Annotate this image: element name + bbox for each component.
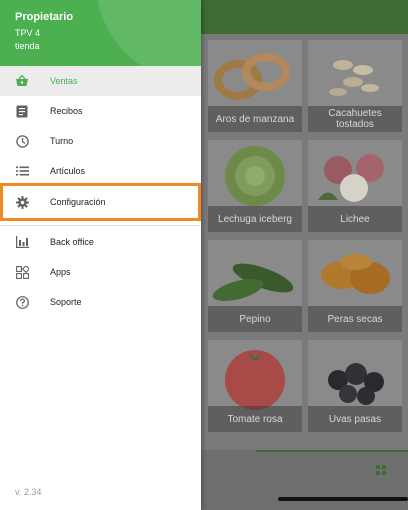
menu-item-label: Apps [50, 267, 71, 277]
lychee-image [318, 154, 384, 202]
product-name: Uvas pasas [308, 406, 402, 432]
basket-icon [15, 74, 29, 88]
product-tile[interactable]: Aros de manzana [208, 40, 302, 132]
product-name: Cacahuetes tostados [308, 106, 402, 132]
apps-icon [15, 265, 29, 279]
bar-chart-icon [15, 235, 29, 249]
menu-item-back-office[interactable]: Back office [0, 227, 201, 257]
clock-icon [15, 134, 29, 148]
product-tile[interactable]: Tomate rosa [208, 340, 302, 432]
owner-name: Propietario [15, 11, 74, 23]
app-header [200, 0, 408, 34]
product-name: Lechuga iceberg [208, 206, 302, 232]
gear-icon [15, 195, 29, 209]
header-decoration [96, 0, 201, 66]
app-version: v. 2.34 [15, 487, 42, 497]
product-name: Pepino [208, 306, 302, 332]
menu-item-label: Turno [50, 136, 74, 146]
menu-item-ventas[interactable]: Ventas [0, 66, 201, 96]
menu-item-recibos[interactable]: Recibos [0, 96, 201, 126]
tab-indicator [256, 450, 408, 452]
tomato-image [225, 350, 285, 410]
home-indicator [278, 497, 408, 501]
pos-name: TPV 4 [15, 28, 41, 38]
bottom-bar [200, 450, 408, 510]
menu-item-label: Soporte [50, 297, 82, 307]
product-name: Lichee [308, 206, 402, 232]
product-tile[interactable]: Pepino [208, 240, 302, 332]
product-name: Peras secas [308, 306, 402, 332]
menu-item-articulos[interactable]: Artículos [0, 156, 201, 186]
menu-item-label: Artículos [50, 166, 86, 176]
product-tile[interactable]: Lechuga iceberg [208, 140, 302, 232]
lettuce-image [225, 146, 285, 206]
product-name: Tomate rosa [208, 406, 302, 432]
menu-item-soporte[interactable]: Soporte [0, 287, 201, 317]
product-tile[interactable]: Cacahuetes tostados [308, 40, 402, 132]
menu-item-label: Ventas [50, 76, 78, 86]
product-tile[interactable]: Uvas pasas [308, 340, 402, 432]
menu-item-label: Back office [50, 237, 94, 247]
drawer-header: Propietario TPV 4 tienda [0, 0, 201, 66]
menu-item-configuracion[interactable]: Configuración [0, 183, 201, 221]
product-tile[interactable]: Lichee [308, 140, 402, 232]
menu-item-turno[interactable]: Turno [0, 126, 201, 156]
grid-view-icon[interactable] [376, 465, 386, 475]
cucumber-image [212, 263, 294, 301]
dried-apple-rings-image [214, 53, 290, 100]
help-icon [15, 295, 29, 309]
store-name: tienda [15, 41, 40, 51]
receipt-icon [15, 104, 29, 118]
menu-item-apps[interactable]: Apps [0, 257, 201, 287]
list-icon [15, 164, 29, 178]
menu-item-label: Recibos [50, 106, 83, 116]
product-grid: Aros de manzana Cacahuetes tostados Lech… [200, 34, 408, 450]
menu-item-label: Configuración [50, 197, 106, 207]
peanuts-image [329, 60, 379, 96]
menu-divider [0, 225, 201, 226]
product-tile[interactable]: Peras secas [308, 240, 402, 332]
product-name: Aros de manzana [208, 106, 302, 132]
raisins-image [328, 363, 384, 405]
navigation-drawer: Propietario TPV 4 tienda Ventas Recibos … [0, 0, 201, 510]
dried-pears-image [321, 254, 390, 294]
